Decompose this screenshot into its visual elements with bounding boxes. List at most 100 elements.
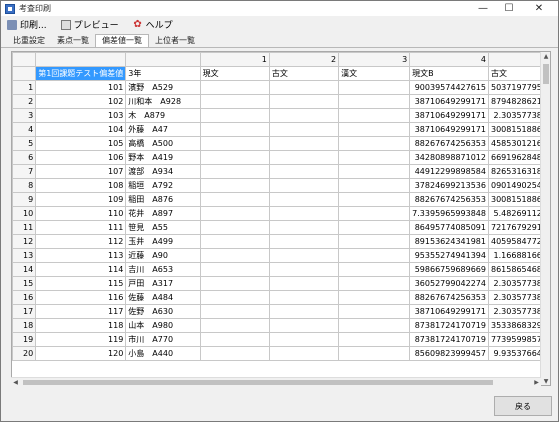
score-cell[interactable]: 88267674256353: [409, 290, 489, 305]
score-cell[interactable]: [199, 122, 270, 137]
student-name-cell[interactable]: 吉川 A653: [125, 262, 201, 277]
score-cell[interactable]: 38710649299171: [409, 304, 489, 319]
score-cell[interactable]: [338, 290, 411, 305]
student-name-cell[interactable]: 花井 A897: [125, 206, 201, 221]
score-cell[interactable]: [338, 164, 411, 179]
student-name-cell[interactable]: 市川 A770: [125, 332, 201, 347]
student-name-cell[interactable]: 渡部 A934: [125, 164, 201, 179]
student-name-cell[interactable]: 稲田 A876: [125, 192, 201, 207]
vertical-scroll-thumb[interactable]: [543, 64, 549, 84]
score-cell[interactable]: [199, 346, 270, 361]
student-number-cell[interactable]: 118: [35, 318, 127, 333]
score-cell[interactable]: [199, 276, 270, 291]
score-cell[interactable]: [268, 276, 340, 291]
score-cell[interactable]: 86495774085091: [409, 220, 489, 235]
score-cell[interactable]: 88267674256353: [409, 192, 489, 207]
close-button[interactable]: ✕: [526, 1, 552, 16]
student-name-cell[interactable]: 山本 A980: [125, 318, 201, 333]
student-name-cell[interactable]: 川和本 A928: [125, 94, 201, 109]
score-cell[interactable]: [199, 192, 270, 207]
scroll-up-icon[interactable]: ▲: [541, 52, 550, 62]
score-cell[interactable]: [268, 346, 340, 361]
student-number-cell[interactable]: 108: [35, 178, 127, 193]
score-cell[interactable]: [268, 108, 340, 123]
score-cell[interactable]: [268, 164, 340, 179]
student-number-cell[interactable]: 112: [35, 234, 127, 249]
score-cell[interactable]: [199, 220, 270, 235]
score-cell[interactable]: [199, 332, 270, 347]
student-number-cell[interactable]: 105: [35, 136, 127, 151]
student-number-cell[interactable]: 119: [35, 332, 127, 347]
score-cell[interactable]: [338, 304, 411, 319]
student-number-cell[interactable]: 115: [35, 276, 127, 291]
score-cell[interactable]: 89153624341981: [409, 234, 489, 249]
score-cell[interactable]: [268, 136, 340, 151]
score-cell[interactable]: [268, 206, 340, 221]
scroll-left-icon[interactable]: ◀: [11, 378, 20, 387]
maximize-button[interactable]: ☐: [496, 1, 522, 16]
score-cell[interactable]: [268, 122, 340, 137]
student-name-cell[interactable]: 近藤 A90: [125, 248, 201, 263]
score-cell[interactable]: [199, 206, 270, 221]
score-cell[interactable]: 38710649299171: [409, 94, 489, 109]
score-cell[interactable]: [268, 192, 340, 207]
student-name-cell[interactable]: 木 A879: [125, 108, 201, 123]
score-cell[interactable]: [268, 80, 340, 95]
student-number-cell[interactable]: 116: [35, 290, 127, 305]
tab-weight-settings[interactable]: 比重設定: [7, 35, 51, 47]
score-cell[interactable]: [268, 248, 340, 263]
student-number-cell[interactable]: 107: [35, 164, 127, 179]
score-cell[interactable]: [338, 192, 411, 207]
score-cell[interactable]: [338, 150, 411, 165]
score-cell[interactable]: [268, 220, 340, 235]
student-number-cell[interactable]: 111: [35, 220, 127, 235]
score-cell[interactable]: [268, 178, 340, 193]
score-cell[interactable]: [199, 164, 270, 179]
student-name-cell[interactable]: 佐野 A630: [125, 304, 201, 319]
score-cell[interactable]: [338, 136, 411, 151]
student-number-cell[interactable]: 120: [35, 346, 127, 361]
minimize-button[interactable]: —: [470, 1, 496, 16]
student-number-cell[interactable]: 102: [35, 94, 127, 109]
student-name-cell[interactable]: 佐藤 A484: [125, 290, 201, 305]
tab-raw-scores[interactable]: 素点一覧: [51, 35, 95, 47]
score-cell[interactable]: 95355274941394: [409, 248, 489, 263]
score-cell[interactable]: 37824699213536: [409, 178, 489, 193]
score-cell[interactable]: [338, 262, 411, 277]
score-cell[interactable]: [268, 234, 340, 249]
header-cell[interactable]: 古文: [268, 66, 340, 81]
scroll-right-icon[interactable]: ▶: [532, 378, 541, 387]
score-cell[interactable]: [338, 332, 411, 347]
score-cell[interactable]: [338, 346, 411, 361]
score-cell[interactable]: 59866759689669: [409, 262, 489, 277]
student-name-cell[interactable]: 笹見 A55: [125, 220, 201, 235]
student-number-cell[interactable]: 113: [35, 248, 127, 263]
student-name-cell[interactable]: 野本 A419: [125, 150, 201, 165]
back-button[interactable]: 戻る: [494, 396, 552, 416]
score-cell[interactable]: [199, 150, 270, 165]
horizontal-scroll-thumb[interactable]: [23, 380, 493, 385]
student-number-cell[interactable]: 117: [35, 304, 127, 319]
help-button[interactable]: ✿ ヘルプ: [133, 18, 172, 31]
student-number-cell[interactable]: 103: [35, 108, 127, 123]
score-cell[interactable]: 44912299898584: [409, 164, 489, 179]
student-number-cell[interactable]: 109: [35, 192, 127, 207]
score-grid[interactable]: 1 2 3 4 第1回課題テスト偏差値 3年 現文 古文 漢文 現文B 古文 1…: [11, 51, 551, 386]
student-number-cell[interactable]: 101: [35, 80, 127, 95]
score-cell[interactable]: 34280898871012: [409, 150, 489, 165]
student-name-cell[interactable]: 玉井 A499: [125, 234, 201, 249]
score-cell[interactable]: [268, 94, 340, 109]
score-cell[interactable]: 36052799042274: [409, 276, 489, 291]
score-cell[interactable]: [199, 304, 270, 319]
score-cell[interactable]: [199, 248, 270, 263]
score-cell[interactable]: 87381724170719: [409, 318, 489, 333]
score-cell[interactable]: [338, 248, 411, 263]
score-cell[interactable]: 90039574427615: [409, 80, 489, 95]
student-number-cell[interactable]: 104: [35, 122, 127, 137]
scroll-down-icon[interactable]: ▼: [541, 377, 550, 385]
score-cell[interactable]: [199, 136, 270, 151]
score-cell[interactable]: [268, 150, 340, 165]
score-cell[interactable]: [268, 290, 340, 305]
student-name-cell[interactable]: 戸田 A317: [125, 276, 201, 291]
score-cell[interactable]: [338, 318, 411, 333]
